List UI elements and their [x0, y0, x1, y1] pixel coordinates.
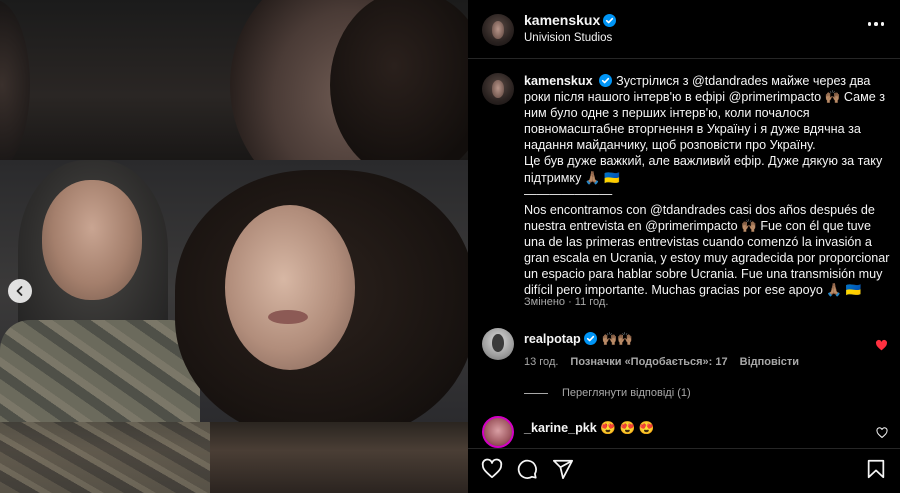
- caption-text: kamenskux Зустрілися з @tdandrades майже…: [524, 73, 890, 298]
- comment-text: 🙌🏽🙌🏽: [601, 332, 634, 346]
- save-button[interactable]: [865, 458, 887, 480]
- verified-badge-icon: [603, 14, 617, 27]
- caption-separator: ———————: [524, 186, 613, 201]
- caption-edited-time: Змінено · 11 год.: [524, 296, 609, 308]
- chevron-left-icon: [16, 286, 23, 296]
- comment-button[interactable]: [516, 458, 538, 480]
- caption-ukrainian-2: Це був дуже важкий, але важливий ефір. Д…: [524, 154, 883, 185]
- comment-icon: [517, 459, 537, 479]
- comment-reply-button[interactable]: Відповісти: [740, 356, 799, 368]
- commenter-username[interactable]: realpotap: [524, 332, 581, 346]
- post-actions-bar: [468, 448, 900, 493]
- verified-badge-icon: [583, 332, 597, 345]
- commenter-username[interactable]: _karine_pkk: [524, 421, 597, 435]
- view-replies-label[interactable]: Переглянути відповіді (1): [562, 387, 691, 399]
- comment-text: 😍 😍 😍: [600, 421, 655, 435]
- commenter-avatar[interactable]: [482, 328, 514, 360]
- heart-icon[interactable]: [876, 427, 888, 439]
- comment-line: _karine_pkk 😍 😍 😍: [524, 421, 654, 436]
- comment-meta: 13 год. Позначки «Подобається»: 17 Відпо…: [524, 356, 799, 368]
- comment-likes-count[interactable]: Позначки «Подобається»: 17: [570, 356, 727, 368]
- media-frame-main: [0, 160, 468, 422]
- commenter-avatar[interactable]: [482, 416, 514, 448]
- share-icon: [552, 459, 574, 480]
- comment-line: realpotap 🙌🏽🙌🏽: [524, 332, 633, 347]
- author-username-row[interactable]: kamenskux: [524, 12, 617, 28]
- caption-spanish: Nos encontramos con @tdandrades casi dos…: [524, 202, 890, 298]
- media-frame-top: [0, 0, 468, 160]
- caption-author-avatar[interactable]: [482, 73, 514, 105]
- heart-icon: [481, 458, 503, 479]
- post-media[interactable]: [0, 0, 468, 493]
- like-button[interactable]: [481, 458, 503, 480]
- author-avatar[interactable]: [482, 14, 514, 46]
- caption-username[interactable]: kamenskux: [524, 74, 593, 88]
- heart-icon[interactable]: [875, 339, 888, 352]
- carousel-prev-button[interactable]: [8, 279, 32, 303]
- comment-time: 13 год.: [524, 356, 559, 368]
- post-header: kamenskux Univision Studios: [468, 0, 900, 59]
- share-button[interactable]: [552, 458, 574, 480]
- author-username[interactable]: kamenskux: [524, 12, 600, 28]
- media-frame-bottom: [0, 422, 468, 493]
- verified-badge-icon: [599, 74, 613, 87]
- view-replies-button[interactable]: Переглянути відповіді (1): [524, 387, 691, 399]
- post-details-panel: kamenskux Univision Studios kamenskux Зу…: [468, 0, 900, 493]
- bookmark-icon: [867, 459, 885, 479]
- replies-dash: [524, 392, 548, 394]
- post-location[interactable]: Univision Studios: [524, 32, 612, 44]
- more-options-icon[interactable]: [867, 22, 884, 26]
